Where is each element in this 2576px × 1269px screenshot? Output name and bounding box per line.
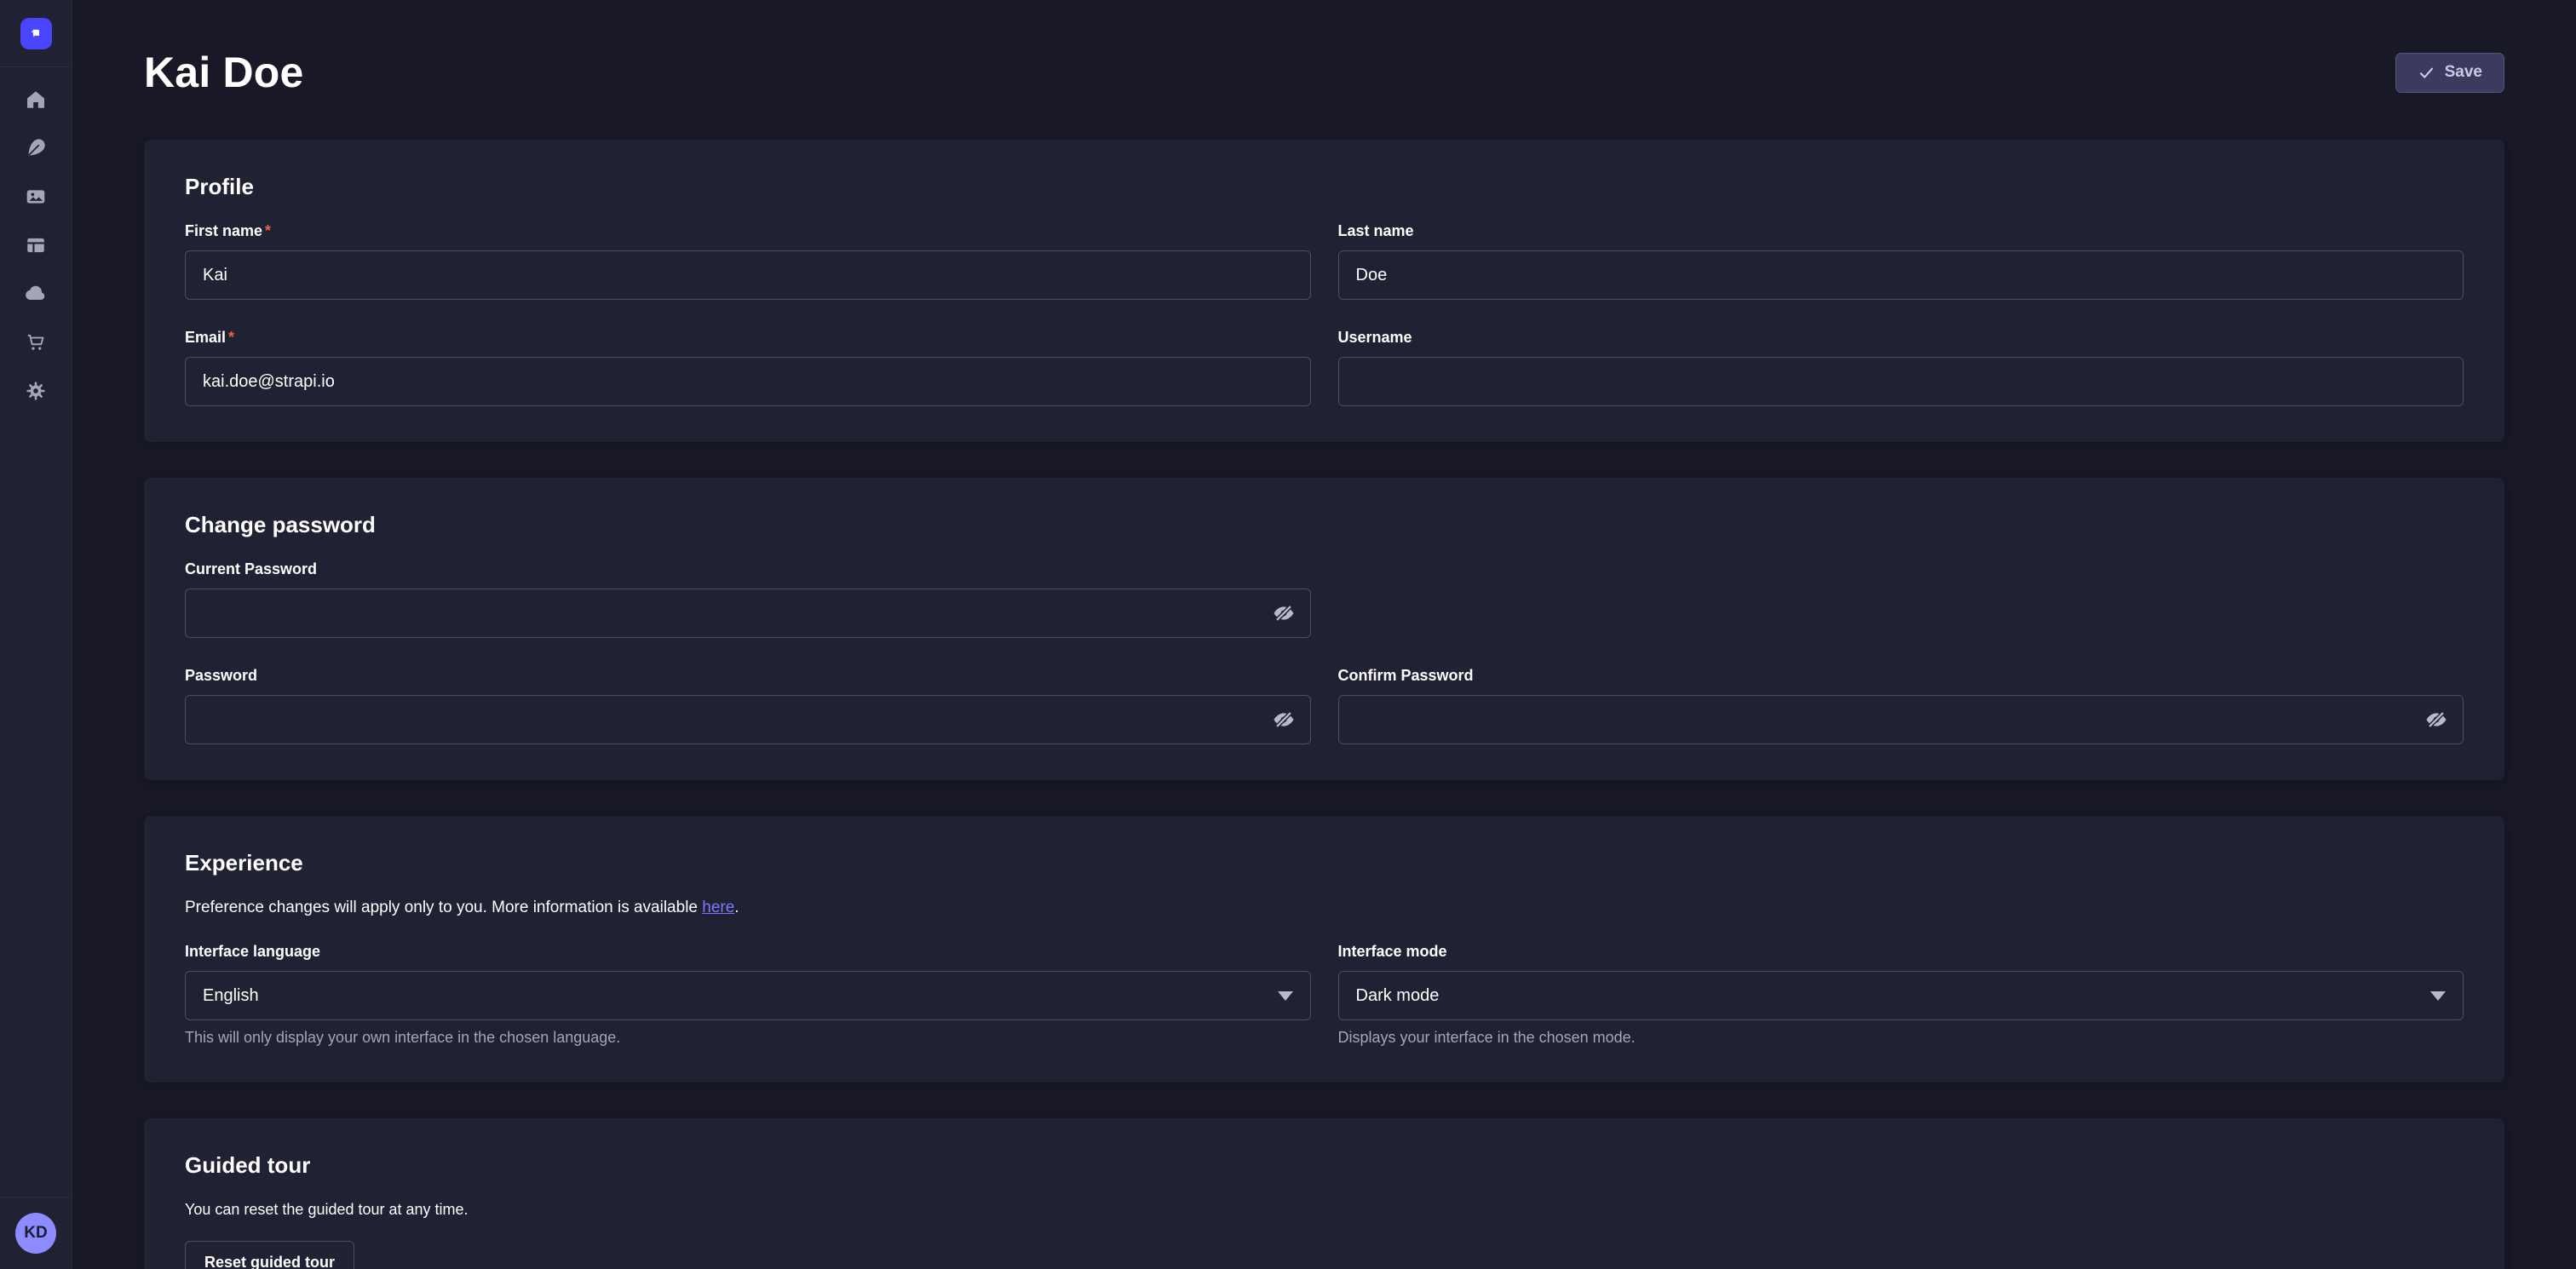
grid-spacer xyxy=(1338,560,2464,638)
eye-slash-icon xyxy=(2424,708,2448,732)
first-name-field-group: First name * xyxy=(185,222,1311,300)
current-password-label: Current Password xyxy=(185,560,1311,578)
chevron-down-icon xyxy=(1278,991,1293,1001)
save-button[interactable]: Save xyxy=(2395,53,2504,93)
sidebar-item-media-library[interactable] xyxy=(17,178,55,215)
password-field-group: Password xyxy=(185,667,1311,744)
username-input[interactable] xyxy=(1338,357,2464,406)
interface-language-value: English xyxy=(203,986,259,1006)
experience-grid: Interface language English This will onl… xyxy=(185,943,2464,1047)
sidebar-logo-area xyxy=(0,0,72,67)
page-title: Kai Doe xyxy=(144,48,304,97)
change-password-heading: Change password xyxy=(185,512,2464,538)
required-asterisk: * xyxy=(265,222,271,240)
interface-language-hint: This will only display your own interfac… xyxy=(185,1029,1311,1047)
password-label: Password xyxy=(185,667,1311,685)
change-password-grid: Current Password xyxy=(185,560,2464,744)
interface-mode-hint: Displays your interface in the chosen mo… xyxy=(1338,1029,2464,1047)
guided-tour-heading: Guided tour xyxy=(185,1152,2464,1179)
content-type-builder-icon xyxy=(25,234,47,256)
sidebar: KD xyxy=(0,0,72,1269)
confirm-password-wrap xyxy=(1338,695,2464,744)
page-header: Kai Doe Save xyxy=(144,0,2504,97)
more-information-link[interactable]: here xyxy=(702,899,734,916)
confirm-password-label: Confirm Password xyxy=(1338,667,2464,685)
email-label: Email * xyxy=(185,329,1311,347)
email-input[interactable] xyxy=(185,357,1311,406)
home-icon xyxy=(25,89,47,111)
current-password-wrap xyxy=(185,589,1311,638)
interface-mode-label: Interface mode xyxy=(1338,943,2464,961)
sidebar-item-settings[interactable] xyxy=(17,372,55,410)
profile-heading: Profile xyxy=(185,174,2464,200)
interface-mode-field-group: Interface mode Dark mode Displays your i… xyxy=(1338,943,2464,1047)
interface-mode-value: Dark mode xyxy=(1356,986,1440,1006)
app-root: KD Kai Doe Save Profile First name * xyxy=(0,0,2576,1269)
interface-language-label-text: Interface language xyxy=(185,943,320,961)
main-content: Kai Doe Save Profile First name * xyxy=(72,0,2576,1269)
chevron-down-icon xyxy=(2430,991,2446,1001)
strapi-logo-icon xyxy=(20,18,52,49)
sidebar-nav xyxy=(17,67,55,410)
toggle-confirm-password-visibility-button[interactable] xyxy=(2418,701,2455,738)
interface-language-label: Interface language xyxy=(185,943,1311,961)
email-field-group: Email * xyxy=(185,329,1311,406)
username-field-group: Username xyxy=(1338,329,2464,406)
cloud-icon xyxy=(25,283,47,305)
content-manager-icon xyxy=(25,137,47,159)
last-name-input[interactable] xyxy=(1338,250,2464,300)
last-name-field-group: Last name xyxy=(1338,222,2464,300)
sidebar-item-content-manager[interactable] xyxy=(17,129,55,167)
password-input[interactable] xyxy=(185,695,1311,744)
sidebar-footer: KD xyxy=(0,1197,72,1269)
experience-description-prefix: Preference changes will apply only to yo… xyxy=(185,899,702,916)
last-name-label-text: Last name xyxy=(1338,222,1414,240)
confirm-password-label-text: Confirm Password xyxy=(1338,667,1474,685)
media-library-icon xyxy=(25,186,47,208)
eye-slash-icon xyxy=(1272,708,1296,732)
username-label: Username xyxy=(1338,329,2464,347)
current-password-label-text: Current Password xyxy=(185,560,317,578)
guided-tour-card: Guided tour You can reset the guided tou… xyxy=(144,1118,2504,1269)
interface-mode-label-text: Interface mode xyxy=(1338,943,1447,961)
email-label-text: Email xyxy=(185,329,226,347)
experience-description-suffix: . xyxy=(734,899,739,916)
change-password-card: Change password Current Password xyxy=(144,478,2504,780)
toggle-password-visibility-button[interactable] xyxy=(1265,701,1302,738)
toggle-current-password-visibility-button[interactable] xyxy=(1265,594,1302,632)
sidebar-item-home[interactable] xyxy=(17,81,55,118)
sidebar-item-content-type-builder[interactable] xyxy=(17,227,55,264)
sidebar-item-marketplace[interactable] xyxy=(17,324,55,361)
reset-guided-tour-button[interactable]: Reset guided tour xyxy=(185,1241,354,1269)
marketplace-icon xyxy=(25,331,47,353)
current-password-field-group: Current Password xyxy=(185,560,1311,638)
experience-description: Preference changes will apply only to yo… xyxy=(185,899,2464,917)
eye-slash-icon xyxy=(1272,601,1296,625)
current-password-input[interactable] xyxy=(185,589,1311,638)
save-button-label: Save xyxy=(2445,63,2482,82)
first-name-input[interactable] xyxy=(185,250,1311,300)
interface-mode-select[interactable]: Dark mode xyxy=(1338,971,2464,1020)
settings-icon xyxy=(25,380,47,402)
sidebar-item-cloud[interactable] xyxy=(17,275,55,313)
password-label-text: Password xyxy=(185,667,257,685)
interface-language-select[interactable]: English xyxy=(185,971,1311,1020)
password-wrap xyxy=(185,695,1311,744)
first-name-label: First name * xyxy=(185,222,1311,240)
check-icon xyxy=(2418,64,2435,82)
profile-grid: First name * Last name Email * xyxy=(185,222,2464,406)
confirm-password-field-group: Confirm Password xyxy=(1338,667,2464,744)
last-name-label: Last name xyxy=(1338,222,2464,240)
experience-card: Experience Preference changes will apply… xyxy=(144,816,2504,1082)
interface-language-field-group: Interface language English This will onl… xyxy=(185,943,1311,1047)
profile-card: Profile First name * Last name xyxy=(144,140,2504,442)
experience-heading: Experience xyxy=(185,850,2464,876)
user-avatar[interactable]: KD xyxy=(15,1213,56,1254)
username-label-text: Username xyxy=(1338,329,1412,347)
confirm-password-input[interactable] xyxy=(1338,695,2464,744)
guided-tour-description: You can reset the guided tour at any tim… xyxy=(185,1201,2464,1219)
required-asterisk: * xyxy=(228,329,234,347)
first-name-label-text: First name xyxy=(185,222,262,240)
